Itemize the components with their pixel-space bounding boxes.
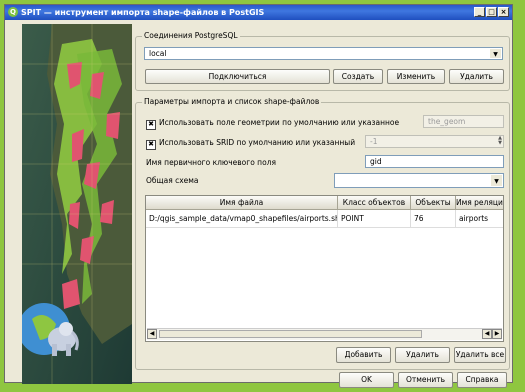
cell-features[interactable]: 76 — [411, 210, 456, 228]
spit-dialog: Q SPIT — инструмент импорта shape-файлов… — [4, 4, 513, 388]
srid-spinbox[interactable]: -1 ▲ ▼ — [365, 135, 504, 148]
connections-group-title: Соединения PostgreSQL — [142, 31, 240, 40]
scroll-left-icon[interactable]: ◀ — [147, 329, 157, 339]
edit-connection-button[interactable]: Изменить — [387, 69, 445, 84]
scroll-left-icon-2[interactable]: ◀ — [482, 329, 492, 339]
geom-column-input[interactable]: the_geom — [423, 115, 504, 128]
column-header-filename[interactable]: Имя файла — [146, 196, 338, 210]
map-illustration — [22, 24, 132, 384]
scrollbar-thumb[interactable] — [159, 330, 422, 338]
column-header-features[interactable]: Объекты — [411, 196, 456, 210]
chevron-down-icon[interactable]: ▼ — [490, 49, 501, 58]
connection-select-value: local — [149, 49, 167, 58]
spit-banner-image — [22, 24, 132, 384]
srid-checkbox-row[interactable]: ✖ Использовать SRID по умолчанию или указ… — [146, 138, 355, 150]
delete-connection-button[interactable]: Удалить — [449, 69, 504, 84]
chevron-down-icon[interactable]: ▼ — [491, 175, 502, 186]
ok-button[interactable]: OK — [339, 372, 394, 388]
column-header-relation[interactable]: Имя реляции — [456, 196, 503, 210]
cancel-button[interactable]: Отменить — [398, 372, 453, 388]
remove-all-button[interactable]: Удалить все — [454, 347, 506, 363]
srid-checkbox[interactable]: ✖ — [146, 140, 156, 150]
remove-shapefile-button[interactable]: Удалить — [395, 347, 450, 363]
schema-select[interactable]: ▼ — [334, 173, 504, 188]
pk-field-input[interactable]: gid — [365, 155, 504, 168]
minimize-button[interactable]: _ — [474, 7, 485, 17]
add-shapefile-button[interactable]: Добавить — [336, 347, 391, 363]
connection-select[interactable]: local ▼ — [144, 47, 503, 60]
cell-filename[interactable]: D:/qgis_sample_data/vmap0_shapefiles/air… — [146, 210, 338, 228]
import-group-title: Параметры импорта и список shape-файлов — [142, 97, 322, 106]
maximize-button[interactable]: □ — [486, 7, 497, 17]
schema-label: Общая схема — [146, 176, 199, 185]
close-button[interactable]: × — [498, 7, 509, 17]
srid-value: -1 — [370, 137, 378, 146]
horizontal-scrollbar[interactable]: ◀ ◀ ▶ — [147, 328, 502, 340]
connections-group: Соединения PostgreSQL local ▼ Подключить… — [135, 31, 510, 91]
help-button[interactable]: Справка — [457, 372, 507, 388]
qgis-app-icon: Q — [8, 7, 18, 17]
connect-button[interactable]: Подключиться — [145, 69, 330, 84]
create-connection-button[interactable]: Создать — [333, 69, 383, 84]
geom-checkbox-label: Использовать поле геометрии по умолчанию… — [159, 118, 400, 127]
cell-relation[interactable]: airports — [456, 210, 503, 228]
column-header-feature-class[interactable]: Класс объектов — [338, 196, 411, 210]
spin-arrows-icon[interactable]: ▲ ▼ — [498, 136, 502, 146]
pk-label: Имя первичного ключевого поля — [146, 158, 276, 167]
title-bar[interactable]: Q SPIT — инструмент импорта shape-файлов… — [5, 5, 512, 20]
window-title: SPIT — инструмент импорта shape-файлов в… — [21, 8, 265, 17]
import-options-group: Параметры импорта и список shape-файлов … — [135, 97, 510, 370]
cell-feature-class[interactable]: POINT — [338, 210, 411, 228]
geom-checkbox[interactable]: ✖ — [146, 120, 156, 130]
srid-checkbox-label: Использовать SRID по умолчанию или указа… — [159, 138, 356, 147]
scroll-right-icon[interactable]: ▶ — [492, 329, 502, 339]
geom-checkbox-row[interactable]: ✖ Использовать поле геометрии по умолчани… — [146, 118, 399, 130]
shapefile-table[interactable]: Имя файла Класс объектов Объекты Имя рел… — [145, 195, 504, 342]
